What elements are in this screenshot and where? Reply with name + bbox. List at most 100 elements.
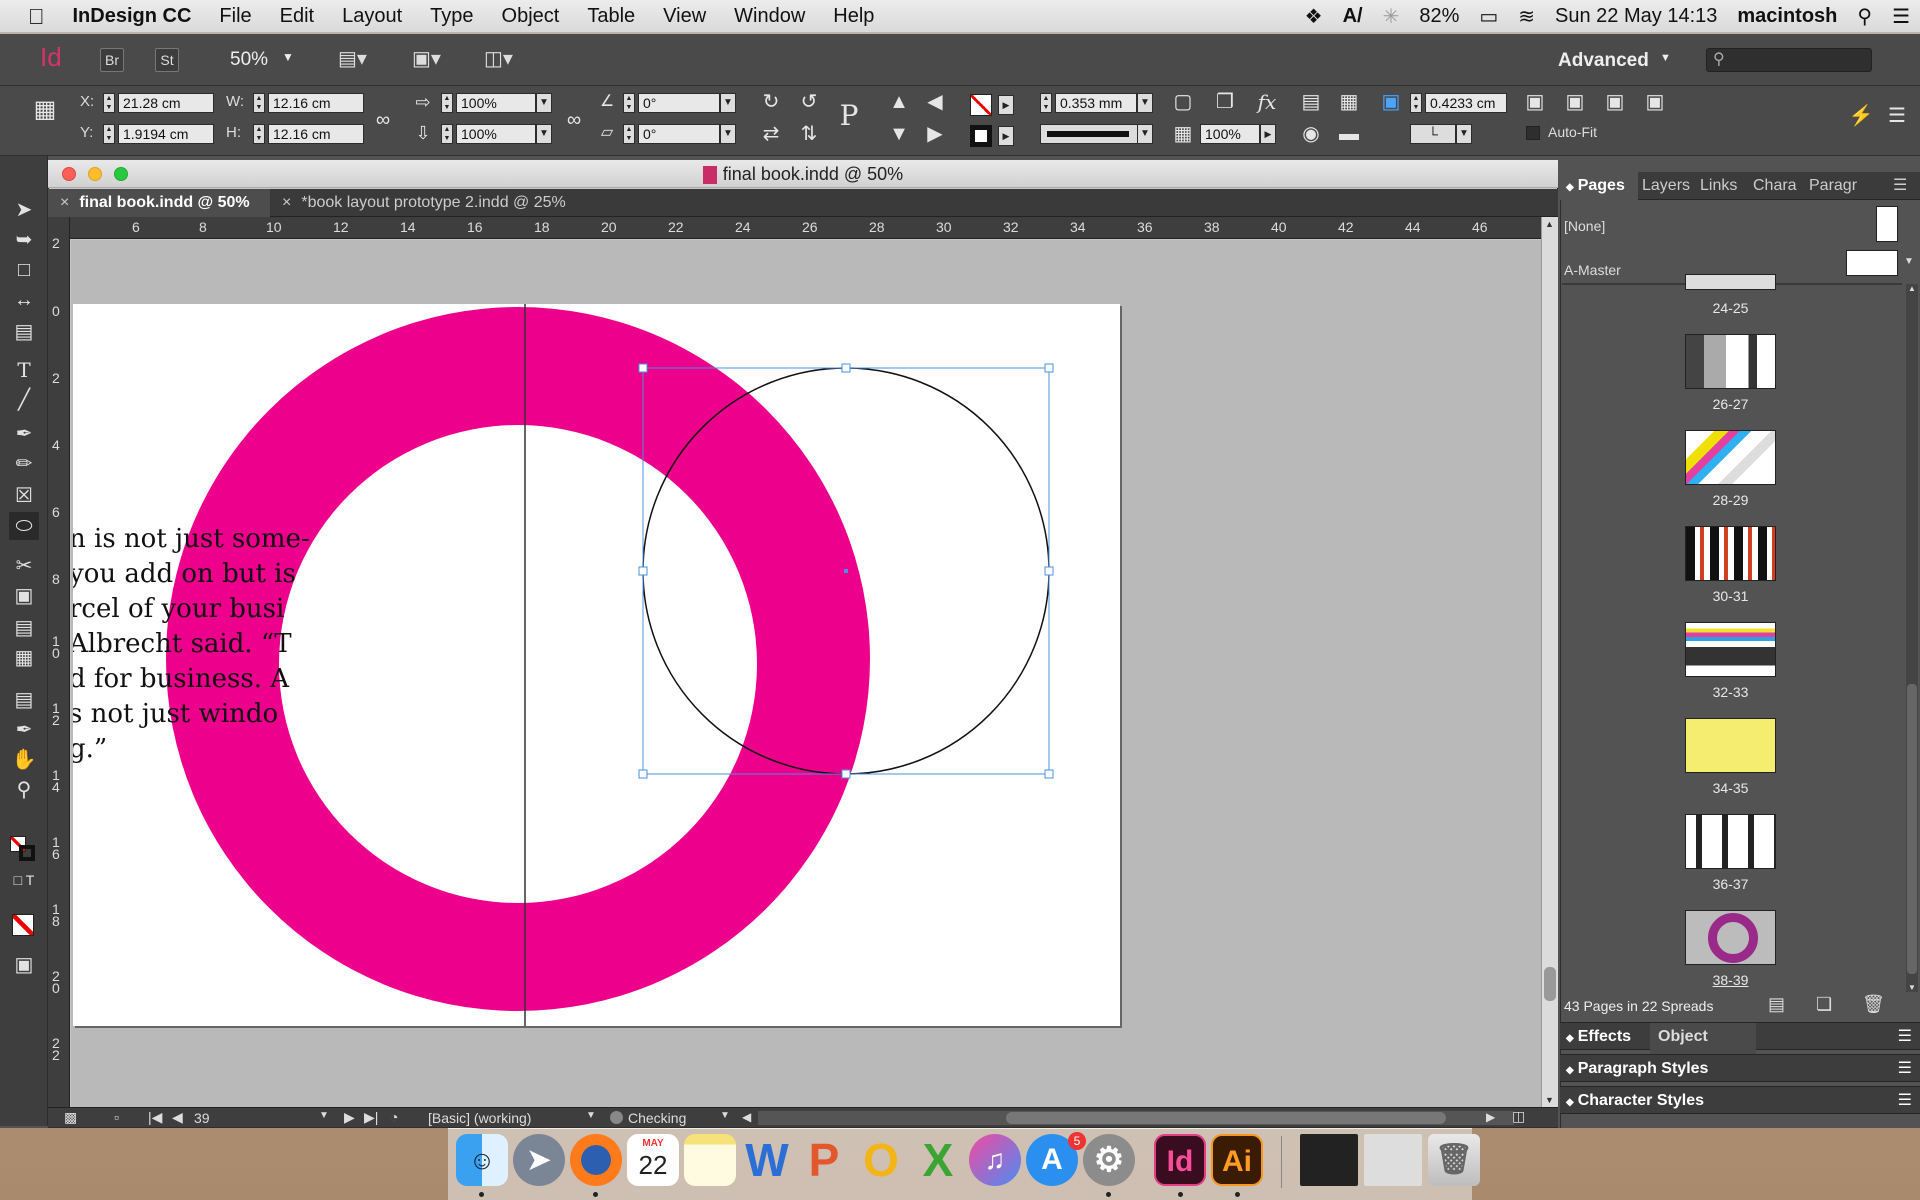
constrain-scale-icon[interactable]: ∞ xyxy=(561,108,587,134)
effects-panel-header[interactable]: ◆Effects Object Styles ☰ xyxy=(1560,1022,1920,1079)
corner-shape-dropdown[interactable]: ▼ xyxy=(1456,124,1472,144)
user-name[interactable]: macintosh xyxy=(1727,5,1847,28)
apple-icon[interactable]:  xyxy=(0,0,59,33)
gradient-feather-tool-icon[interactable]: ▦ xyxy=(9,644,39,672)
shear-stepper[interactable]: ▲ ▼ xyxy=(623,124,635,144)
calendar-icon[interactable]: MAY 22 xyxy=(627,1134,679,1186)
scroll-up-icon[interactable]: ▲ xyxy=(1545,219,1554,229)
resize-handle[interactable] xyxy=(841,363,851,373)
indesign-icon[interactable]: Id xyxy=(1154,1134,1206,1186)
free-transform-tool-icon[interactable]: ▣ xyxy=(9,582,39,610)
content-collector-tool-icon[interactable]: ▤ xyxy=(9,318,39,346)
menu-file[interactable]: File xyxy=(205,0,265,33)
character-styles-panel-header[interactable]: ◆ Character Styles ☰ xyxy=(1560,1086,1920,1114)
effects-tab[interactable]: Effects xyxy=(1578,1028,1631,1045)
pages-scrollbar[interactable]: ▲ ▼ xyxy=(1906,284,1918,992)
rotate-clockwise-icon[interactable]: ↻ xyxy=(758,90,784,116)
preflight-menu-icon[interactable]: ◔ xyxy=(390,1109,398,1125)
fill-frame-icon[interactable]: ▣ xyxy=(1602,90,1628,116)
quick-apply-icon[interactable]: ⚡ xyxy=(1848,104,1874,130)
scale-x-stepper[interactable]: ▲ ▼ xyxy=(441,93,453,113)
rotation-field[interactable]: 0° xyxy=(638,93,720,113)
workspace-switcher[interactable]: Advanced xyxy=(1558,50,1649,72)
resize-handle[interactable] xyxy=(638,566,648,576)
x-stepper[interactable]: ▲ ▼ xyxy=(103,93,115,113)
h-stepper[interactable]: ▲ ▼ xyxy=(253,124,265,144)
scale-x-dropdown[interactable]: ▼ xyxy=(536,93,552,113)
select-container-icon[interactable]: ▲ xyxy=(886,90,912,116)
preflight-status[interactable]: Checking xyxy=(628,1110,686,1126)
next-page-icon[interactable]: ▶ xyxy=(344,1109,355,1126)
wifi-icon[interactable]: ≋ xyxy=(1508,4,1545,29)
battery-icon[interactable]: ▭ xyxy=(1469,4,1508,29)
zoom-dropdown-icon[interactable]: ▼ xyxy=(282,50,294,64)
menu-object[interactable]: Object xyxy=(488,0,574,33)
note-tool-icon[interactable]: ▤ xyxy=(9,686,39,714)
master-a-label[interactable]: A-Master xyxy=(1564,262,1621,278)
minimize-window-button[interactable] xyxy=(88,167,102,181)
width-field[interactable]: 12.16 cm xyxy=(268,93,364,113)
offset-field[interactable]: 0.4233 cm xyxy=(1425,93,1507,113)
outlook-icon[interactable]: O xyxy=(855,1134,907,1186)
stroke-weight-stepper[interactable]: ▲ ▼ xyxy=(1040,93,1052,113)
document-stack-icon[interactable] xyxy=(1300,1134,1358,1186)
stroke-dropdown[interactable]: ▶ xyxy=(998,126,1014,146)
spread-thumbnail[interactable] xyxy=(1685,814,1776,869)
master-a-thumbnail[interactable] xyxy=(1846,250,1898,276)
panel-menu-icon[interactable]: ☰ xyxy=(1898,1055,1912,1083)
x-position-field[interactable]: 21.28 cm xyxy=(118,93,214,113)
page-dropdown-icon[interactable]: ▼ xyxy=(319,1110,329,1121)
close-tab-icon[interactable]: × xyxy=(60,194,69,211)
tab-character[interactable]: Chara xyxy=(1753,172,1797,200)
rotation-stepper[interactable]: ▲ ▼ xyxy=(623,93,635,113)
vertical-scrollbar[interactable]: ▲ ▼ xyxy=(1541,217,1558,1107)
downloads-stack-icon[interactable] xyxy=(1364,1134,1422,1186)
spread-thumbnail[interactable] xyxy=(1685,718,1776,773)
y-stepper[interactable]: ▲ ▼ xyxy=(103,124,115,144)
resize-handle[interactable] xyxy=(638,769,648,779)
arrange-documents-icon[interactable]: ◫▾ xyxy=(484,46,513,71)
close-window-button[interactable] xyxy=(62,167,76,181)
page-number-field[interactable]: 39 xyxy=(194,1110,306,1126)
stock-button[interactable]: St xyxy=(155,48,179,72)
stroke-swatch[interactable] xyxy=(970,125,992,147)
collapse-icon[interactable]: ◆ xyxy=(1566,182,1574,193)
corner-shape-selector[interactable]: └ xyxy=(1410,124,1456,144)
menu-layout[interactable]: Layout xyxy=(328,0,416,33)
tab-links[interactable]: Links xyxy=(1700,172,1737,200)
search-input[interactable]: ⚲ xyxy=(1706,48,1872,72)
w-stepper[interactable]: ▲ ▼ xyxy=(253,93,265,113)
powerpoint-icon[interactable]: P xyxy=(798,1134,850,1186)
drop-shadow-icon[interactable]: ❐ xyxy=(1212,90,1238,116)
paragraph-styles-tab[interactable]: Paragraph Styles xyxy=(1578,1060,1709,1077)
first-page-icon[interactable]: |◀ xyxy=(148,1109,162,1126)
resize-handle[interactable] xyxy=(1044,769,1054,779)
shear-dropdown[interactable]: ▼ xyxy=(720,124,736,144)
notification-center-icon[interactable]: ☰ xyxy=(1882,4,1920,29)
fit-frame-proportionally-icon[interactable]: ▣ xyxy=(1562,90,1588,116)
fill-stroke-swatches[interactable] xyxy=(10,836,36,862)
scroll-thumb[interactable] xyxy=(1544,967,1556,1001)
document-title-bar[interactable]: final book.indd @ 50% xyxy=(48,160,1558,188)
menu-window[interactable]: Window xyxy=(720,0,819,33)
apply-none-swatch[interactable] xyxy=(12,914,34,936)
select-next-object-icon[interactable]: ▶ xyxy=(922,122,948,148)
illustrator-icon[interactable]: Ai xyxy=(1211,1134,1263,1186)
page-tool-icon[interactable]: □ xyxy=(9,256,39,284)
spread-thumbnail-current[interactable] xyxy=(1685,910,1776,965)
ellipse-tool-icon[interactable]: ⬭ xyxy=(9,512,39,540)
notes-icon[interactable] xyxy=(684,1134,736,1186)
menu-edit[interactable]: Edit xyxy=(266,0,328,33)
fill-swatch-none[interactable] xyxy=(970,94,992,116)
master-none-thumbnail[interactable] xyxy=(1876,206,1898,242)
paragraph-styles-panel-header[interactable]: ◆ Paragraph Styles ☰ xyxy=(1560,1054,1920,1082)
stroke-type-selector[interactable] xyxy=(1040,124,1140,144)
document-tab-final-book[interactable]: × final book.indd @ 50% xyxy=(48,189,270,217)
pages-scroll-down-icon[interactable]: ▼ xyxy=(1908,983,1916,992)
word-icon[interactable]: W xyxy=(741,1134,793,1186)
pen-tool-icon[interactable]: ✒ xyxy=(9,420,39,448)
panel-menu-icon[interactable]: ☰ xyxy=(1893,172,1907,200)
scroll-left-icon[interactable]: ◀ xyxy=(742,1110,751,1124)
panel-menu-icon[interactable]: ☰ xyxy=(1898,1087,1912,1115)
tab-pages[interactable]: ◆ Pages xyxy=(1560,172,1638,200)
